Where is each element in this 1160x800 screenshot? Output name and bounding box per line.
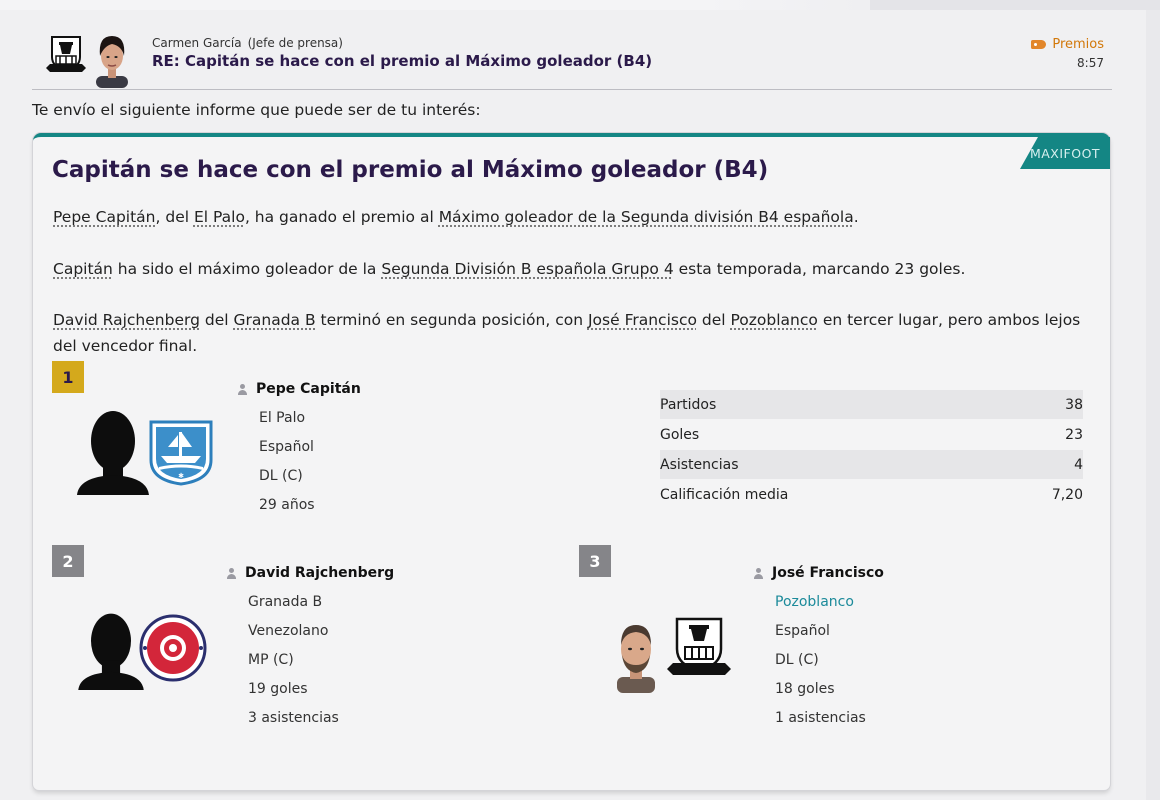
text: esta temporada, marcando 23 goles. [673, 260, 966, 278]
second-name[interactable]: David Rajchenberg [226, 565, 394, 581]
link-club[interactable]: El Palo [194, 208, 245, 226]
person-icon [237, 383, 248, 395]
player-name-label: Pepe Capitán [256, 381, 361, 397]
message-time: 8:57 [1077, 56, 1104, 70]
link-player[interactable]: Pepe Capitán [53, 208, 156, 226]
third-nationality: Español [775, 623, 830, 639]
second-goals: 19 goles [248, 681, 308, 697]
third-name[interactable]: José Francisco [753, 565, 884, 581]
sender-role: (Jefe de prensa) [247, 36, 343, 50]
winner-position: DL (C) [259, 468, 303, 484]
winner-stats-table: Partidos 38 Goles 23 Asistencias 4 Calif… [660, 390, 1083, 510]
intro-text: Te envío el siguiente informe que puede … [32, 101, 481, 119]
rank-badge-2: 2 [52, 545, 84, 577]
source-tab: MAXIFOOT [1020, 137, 1110, 169]
stat-label: Calificación media [660, 486, 789, 503]
granada-b-crest-icon[interactable] [139, 614, 207, 682]
pozoblanco-crest-icon[interactable] [665, 615, 733, 679]
second-position: MP (C) [248, 652, 294, 668]
link-player-2[interactable]: David Rajchenberg [53, 311, 200, 329]
stat-label: Partidos [660, 396, 717, 413]
text: terminó en segunda posición, con [315, 311, 588, 329]
category-tag[interactable]: Premios [1031, 37, 1104, 52]
message-header: Carmen García (Jefe de prensa) RE: Capitá… [32, 28, 1112, 90]
sender-name[interactable]: Carmen García [152, 36, 242, 50]
person-icon [753, 567, 764, 579]
article-title: Capitán se hace con el premio al Máximo … [52, 157, 769, 183]
third-assists: 1 asistencias [775, 710, 866, 726]
tag-label: Premios [1052, 37, 1104, 52]
link-player[interactable]: Capitán [53, 260, 113, 278]
link-club-3[interactable]: Pozoblanco [731, 311, 818, 329]
text: del [696, 311, 731, 329]
stat-row: Goles 23 [660, 420, 1083, 450]
tag-icon [1031, 40, 1047, 49]
player-silhouette-icon[interactable] [75, 407, 151, 495]
stat-value: 7,20 [1051, 486, 1083, 503]
winner-name[interactable]: Pepe Capitán [237, 381, 361, 397]
stat-row: Calificación media 7,20 [660, 480, 1083, 510]
text: , del [155, 208, 194, 226]
link-league[interactable]: Segunda División B española Grupo 4 [381, 260, 673, 278]
el-palo-crest-icon[interactable]: ✱ [147, 418, 215, 486]
stat-value: 38 [1065, 396, 1083, 413]
stat-label: Asistencias [660, 456, 739, 473]
stat-label: Goles [660, 426, 700, 443]
text: del [199, 311, 234, 329]
person-icon [226, 567, 237, 579]
sender-line: Carmen García (Jefe de prensa) [152, 36, 343, 50]
paragraph-3: David Rajchenberg del Granada B terminó … [53, 307, 1098, 359]
top-strip-right [870, 0, 1160, 10]
third-position: DL (C) [775, 652, 819, 668]
message-subject: RE: Capitán se hace con el premio al Máx… [152, 52, 653, 70]
rank-badge-3: 3 [579, 545, 611, 577]
news-card: MAXIFOOT Capitán se hace con el premio a… [33, 133, 1110, 790]
link-award[interactable]: Máximo goleador de la Segunda división B… [439, 208, 854, 226]
second-nationality: Venezolano [248, 623, 329, 639]
player-silhouette-icon[interactable] [75, 610, 147, 690]
player-photo[interactable] [613, 619, 659, 693]
paragraph-2: Capitán ha sido el máximo goleador de la… [53, 256, 1093, 282]
link-player-3[interactable]: José Francisco [588, 311, 697, 329]
winner-nationality: Español [259, 439, 314, 455]
stat-value: 4 [1074, 456, 1083, 473]
sender-club-crest-icon[interactable] [44, 32, 88, 76]
link-club-2[interactable]: Granada B [233, 311, 315, 329]
player-name-label: José Francisco [772, 565, 884, 581]
svg-text:✱: ✱ [178, 472, 184, 480]
winner-age: 29 años [259, 497, 315, 513]
text: ha sido el máximo goleador de la [112, 260, 382, 278]
third-club[interactable]: Pozoblanco [775, 594, 854, 610]
stat-value: 23 [1065, 426, 1083, 443]
second-club[interactable]: Granada B [248, 594, 322, 610]
stat-row: Partidos 38 [660, 390, 1083, 420]
stat-row: Asistencias 4 [660, 450, 1083, 480]
second-assists: 3 asistencias [248, 710, 339, 726]
player-name-label: David Rajchenberg [245, 565, 395, 581]
text: , ha ganado el premio al [244, 208, 439, 226]
sender-avatar[interactable] [90, 32, 134, 88]
winner-club[interactable]: El Palo [259, 410, 305, 426]
scrollbar-track[interactable] [1146, 10, 1160, 800]
rank-badge-1: 1 [52, 361, 84, 393]
third-goals: 18 goles [775, 681, 835, 697]
text: . [853, 208, 859, 226]
paragraph-1: Pepe Capitán, del El Palo, ha ganado el … [53, 204, 1093, 230]
